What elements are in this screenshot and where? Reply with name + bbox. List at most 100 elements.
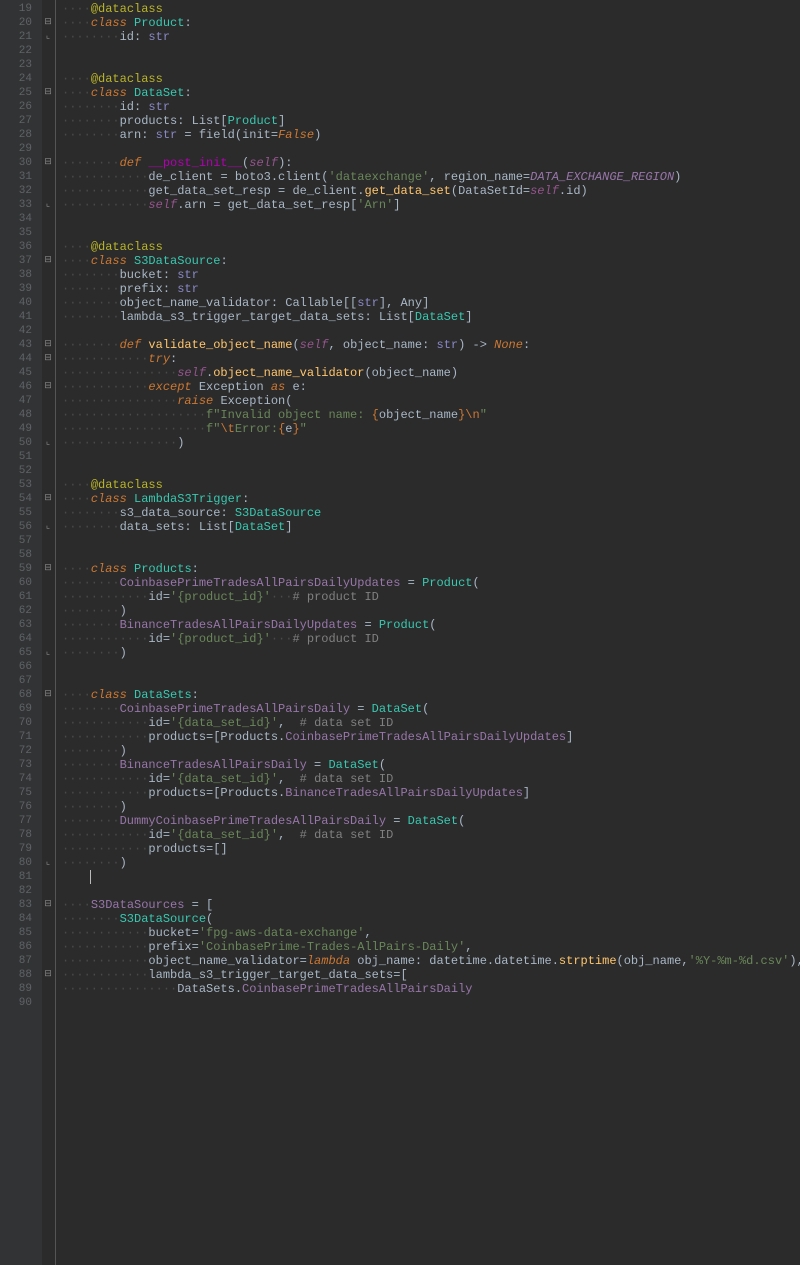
fold-column[interactable]: ⊟ ⌞ ⊟ ⊟ ⌞ ⊟ ⊟ ⊟ ⊟ ⌞ ⊟ ⌞ ⊟ ⌞ ⊟ ⌞ ⊟ ⊟: [42, 0, 56, 1265]
code-line[interactable]: [62, 870, 800, 884]
code-line[interactable]: ············products=[Products.BinanceTr…: [62, 786, 800, 800]
code-line[interactable]: ········def validate_object_name(self, o…: [62, 338, 800, 352]
token-builtin: str: [148, 100, 170, 114]
fold-close-icon[interactable]: ⌞: [43, 31, 53, 41]
code-line[interactable]: ····class Product:: [62, 16, 800, 30]
code-line[interactable]: ········products: List[Product]: [62, 114, 800, 128]
code-line[interactable]: ············de_client = boto3.client('da…: [62, 170, 800, 184]
code-line[interactable]: ····@dataclass: [62, 478, 800, 492]
code-line[interactable]: ················self.object_name_validat…: [62, 366, 800, 380]
code-line[interactable]: ····class DataSets:: [62, 688, 800, 702]
code-line[interactable]: ················DataSets.CoinbasePrimeTr…: [62, 982, 800, 996]
code-line[interactable]: ············bucket='fpg-aws-data-exchang…: [62, 926, 800, 940]
code-line[interactable]: ················raise Exception(: [62, 394, 800, 408]
code-line[interactable]: ················): [62, 436, 800, 450]
code-area[interactable]: ····@dataclass····class Product:········…: [56, 0, 800, 1265]
code-line[interactable]: ········id: str: [62, 30, 800, 44]
code-line[interactable]: ········S3DataSource(: [62, 912, 800, 926]
code-line[interactable]: ········lambda_s3_trigger_target_data_se…: [62, 310, 800, 324]
code-line[interactable]: [62, 996, 800, 1010]
code-line[interactable]: ····class Products:: [62, 562, 800, 576]
code-line[interactable]: [62, 884, 800, 898]
fold-open-icon[interactable]: ⊟: [43, 17, 53, 27]
fold-open-icon[interactable]: ⊟: [43, 255, 53, 265]
line-number: 21: [0, 30, 42, 44]
code-line[interactable]: ········): [62, 646, 800, 660]
fold-open-icon[interactable]: ⊟: [43, 563, 53, 573]
code-line[interactable]: ········arn: str = field(init=False): [62, 128, 800, 142]
code-line[interactable]: ········data_sets: List[DataSet]: [62, 520, 800, 534]
code-line[interactable]: ········prefix: str: [62, 282, 800, 296]
code-line[interactable]: ············prefix='CoinbasePrime-Trades…: [62, 940, 800, 954]
code-line[interactable]: [62, 548, 800, 562]
code-line[interactable]: ········def __post_init__(self):: [62, 156, 800, 170]
code-line[interactable]: [62, 660, 800, 674]
code-line[interactable]: [62, 674, 800, 688]
code-line[interactable]: ········bucket: str: [62, 268, 800, 282]
code-line[interactable]: [62, 534, 800, 548]
code-line[interactable]: ····class DataSet:: [62, 86, 800, 100]
fold-open-icon[interactable]: ⊟: [43, 157, 53, 167]
code-line[interactable]: ····class S3DataSource:: [62, 254, 800, 268]
code-line[interactable]: [62, 226, 800, 240]
code-line[interactable]: ····@dataclass: [62, 2, 800, 16]
code-line[interactable]: ····················f"Invalid object nam…: [62, 408, 800, 422]
fold-open-icon[interactable]: ⊟: [43, 689, 53, 699]
line-number: 90: [0, 996, 42, 1010]
code-line[interactable]: ········BinanceTradesAllPairsDaily = Dat…: [62, 758, 800, 772]
code-line[interactable]: ············id='{data_set_id}', # data s…: [62, 716, 800, 730]
code-line[interactable]: ········id: str: [62, 100, 800, 114]
code-line[interactable]: ············products=[Products.CoinbaseP…: [62, 730, 800, 744]
code-line[interactable]: ············id='{data_set_id}', # data s…: [62, 772, 800, 786]
fold-close-icon[interactable]: ⌞: [43, 437, 53, 447]
code-line[interactable]: ········CoinbasePrimeTradesAllPairsDaily…: [62, 702, 800, 716]
code-line[interactable]: ········BinanceTradesAllPairsDailyUpdate…: [62, 618, 800, 632]
code-line[interactable]: ············get_data_set_resp = de_clien…: [62, 184, 800, 198]
code-line[interactable]: ········DummyCoinbasePrimeTradesAllPairs…: [62, 814, 800, 828]
code-line[interactable]: ············products=[]: [62, 842, 800, 856]
code-line[interactable]: ············id='{data_set_id}', # data s…: [62, 828, 800, 842]
code-line[interactable]: ············id='{product_id}'···# produc…: [62, 632, 800, 646]
code-line[interactable]: [62, 212, 800, 226]
token-param: region_name: [444, 170, 523, 184]
code-line[interactable]: [62, 58, 800, 72]
fold-close-icon[interactable]: ⌞: [43, 647, 53, 657]
code-line[interactable]: ········): [62, 800, 800, 814]
code-line[interactable]: ········object_name_validator: Callable[…: [62, 296, 800, 310]
fold-close-icon[interactable]: ⌞: [43, 199, 53, 209]
code-line[interactable]: ············except Exception as e:: [62, 380, 800, 394]
code-line[interactable]: [62, 464, 800, 478]
fold-open-icon[interactable]: ⊟: [43, 381, 53, 391]
code-line[interactable]: ········): [62, 856, 800, 870]
code-line[interactable]: ····class LambdaS3Trigger:: [62, 492, 800, 506]
code-line[interactable]: [62, 44, 800, 58]
code-line[interactable]: ············id='{product_id}'···# produc…: [62, 590, 800, 604]
code-line[interactable]: ········s3_data_source: S3DataSource: [62, 506, 800, 520]
fold-open-icon[interactable]: ⊟: [43, 969, 53, 979]
code-line[interactable]: [62, 142, 800, 156]
code-line[interactable]: [62, 450, 800, 464]
token-py: de_client: [148, 170, 220, 184]
code-line[interactable]: ········): [62, 604, 800, 618]
fold-open-icon[interactable]: ⊟: [43, 87, 53, 97]
code-line[interactable]: ····················f"\tError:{e}": [62, 422, 800, 436]
fold-open-icon[interactable]: ⊟: [43, 353, 53, 363]
token-kw: False: [278, 128, 314, 142]
fold-close-icon[interactable]: ⌞: [43, 857, 53, 867]
code-line[interactable]: ····@dataclass: [62, 240, 800, 254]
fold-open-icon[interactable]: ⊟: [43, 339, 53, 349]
code-line[interactable]: ····@dataclass: [62, 72, 800, 86]
fold-open-icon[interactable]: ⊟: [43, 493, 53, 503]
code-line[interactable]: ············lambda_s3_trigger_target_dat…: [62, 968, 800, 982]
code-line[interactable]: ········): [62, 744, 800, 758]
code-line[interactable]: ············try:: [62, 352, 800, 366]
token-py: de_client.: [285, 184, 364, 198]
fold-close-icon[interactable]: ⌞: [43, 521, 53, 531]
code-line[interactable]: ············self.arn = get_data_set_resp…: [62, 198, 800, 212]
code-line[interactable]: ········CoinbasePrimeTradesAllPairsDaily…: [62, 576, 800, 590]
code-editor[interactable]: 1920212223242526272829303132333435363738…: [0, 0, 800, 1265]
code-line[interactable]: ····S3DataSources = [: [62, 898, 800, 912]
code-line[interactable]: [62, 324, 800, 338]
fold-open-icon[interactable]: ⊟: [43, 899, 53, 909]
code-line[interactable]: ············object_name_validator=lambda…: [62, 954, 800, 968]
